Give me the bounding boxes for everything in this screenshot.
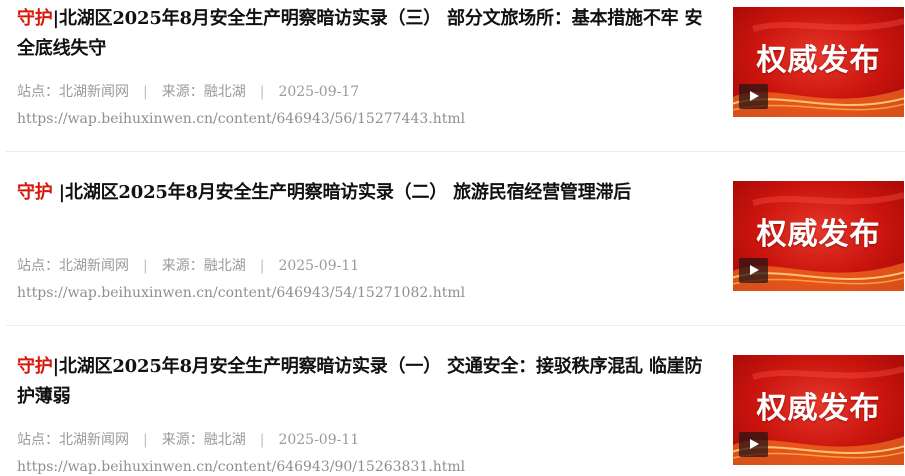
result-meta: 站点：北湖新闻网 | 来源：融北湖 | 2025-09-11	[17, 431, 359, 449]
publish-date: 2025-09-11	[278, 432, 360, 448]
result-divider	[6, 325, 905, 326]
meta-separator: |	[143, 432, 148, 448]
result-thumbnail[interactable]: 权威发布	[733, 355, 904, 465]
title-text: |北湖区2025年8月安全生产明察暗访实录（三） 部分文旅场所：基本措施不牢 安…	[17, 8, 703, 59]
play-icon[interactable]	[739, 258, 768, 283]
result-title-link[interactable]: 守护 |北湖区2025年8月安全生产明察暗访实录（二） 旅游民宿经营管理滞后	[17, 178, 717, 208]
publish-date: 2025-09-11	[278, 258, 360, 274]
title-highlight: 守护	[17, 182, 53, 203]
result-thumbnail[interactable]: 权威发布	[733, 7, 904, 117]
source-label: 来源：融北湖	[161, 84, 246, 100]
site-label: 站点：北湖新闻网	[17, 258, 129, 274]
search-result: 守护 |北湖区2025年8月安全生产明察暗访实录（二） 旅游民宿经营管理滞后 站…	[0, 174, 905, 324]
publish-date: 2025-09-17	[278, 84, 360, 100]
site-label: 站点：北湖新闻网	[17, 84, 129, 100]
result-meta: 站点：北湖新闻网 | 来源：融北湖 | 2025-09-17	[17, 83, 359, 101]
result-divider	[6, 151, 905, 152]
source-label: 来源：融北湖	[161, 432, 246, 448]
search-result: 守护|北湖区2025年8月安全生产明察暗访实录（一） 交通安全：接驳秩序混乱 临…	[0, 348, 905, 476]
site-label: 站点：北湖新闻网	[17, 432, 129, 448]
title-highlight: 守护	[17, 356, 53, 377]
result-title-link[interactable]: 守护|北湖区2025年8月安全生产明察暗访实录（三） 部分文旅场所：基本措施不牢…	[17, 4, 717, 64]
meta-separator: |	[143, 84, 148, 100]
source-label: 来源：融北湖	[161, 258, 246, 274]
meta-separator: |	[143, 258, 148, 274]
thumbnail-caption: 权威发布	[756, 217, 881, 252]
thumbnail-caption: 权威发布	[756, 43, 881, 78]
play-icon[interactable]	[739, 84, 768, 109]
result-meta: 站点：北湖新闻网 | 来源：融北湖 | 2025-09-11	[17, 257, 359, 275]
result-url-link[interactable]: https://wap.beihuxinwen.cn/content/64694…	[17, 110, 465, 128]
play-icon[interactable]	[739, 432, 768, 457]
title-text: |北湖区2025年8月安全生产明察暗访实录（二） 旅游民宿经营管理滞后	[52, 182, 632, 203]
title-highlight: 守护	[17, 8, 53, 29]
result-thumbnail[interactable]: 权威发布	[733, 181, 904, 291]
result-url-link[interactable]: https://wap.beihuxinwen.cn/content/64694…	[17, 284, 465, 302]
result-title-link[interactable]: 守护|北湖区2025年8月安全生产明察暗访实录（一） 交通安全：接驳秩序混乱 临…	[17, 352, 717, 412]
meta-separator: |	[259, 258, 265, 274]
result-url-link[interactable]: https://wap.beihuxinwen.cn/content/64694…	[17, 458, 465, 476]
thumbnail-caption: 权威发布	[756, 391, 881, 426]
meta-separator: |	[259, 432, 265, 448]
title-text: |北湖区2025年8月安全生产明察暗访实录（一） 交通安全：接驳秩序混乱 临崖防…	[17, 356, 703, 407]
search-result: 守护|北湖区2025年8月安全生产明察暗访实录（三） 部分文旅场所：基本措施不牢…	[0, 0, 905, 150]
meta-separator: |	[259, 84, 265, 100]
